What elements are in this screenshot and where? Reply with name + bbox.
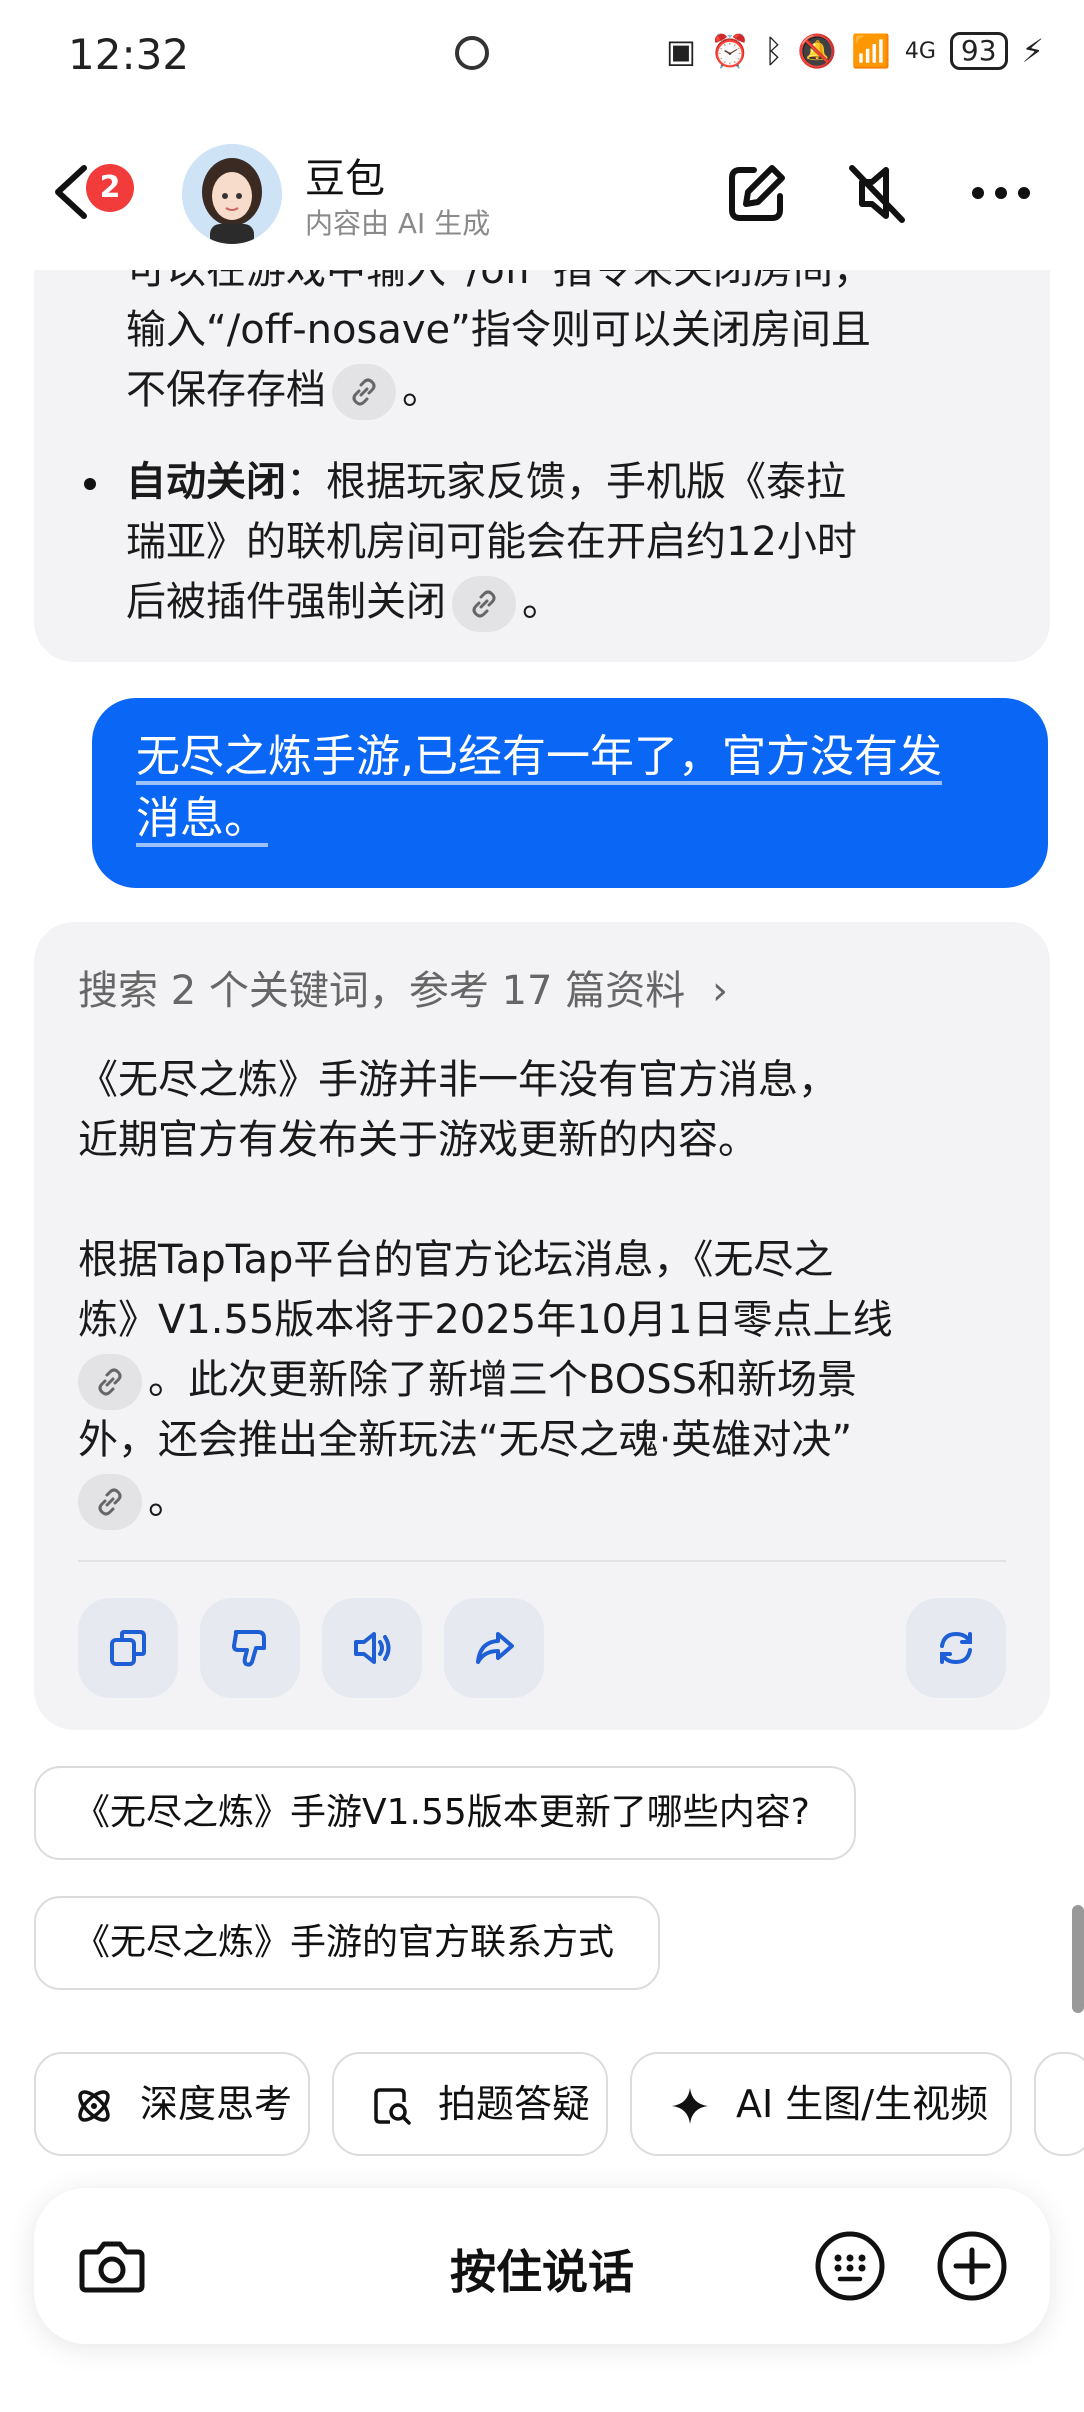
bluetooth-icon: ᛒ	[763, 32, 784, 70]
answer-p2-line1: 根据TapTap平台的官方论坛消息，《无尽之	[78, 1237, 834, 1283]
answer-p2-line3: 。此次更新除了新增三个BOSS和新场景	[78, 1350, 857, 1410]
alarm-icon: ⏰	[710, 32, 750, 70]
status-icons: ▣ ⏰ ᛒ 🔕 📶 4G 93 ⚡	[666, 32, 1044, 70]
network-label: 4G	[904, 38, 936, 64]
keyboard-icon[interactable]	[812, 2228, 888, 2304]
prev-line2-text: 不保存存档	[126, 367, 326, 413]
battery-indicator: 93	[949, 32, 1008, 70]
input-bar: 按住说话	[34, 2188, 1050, 2344]
copy-icon	[110, 1630, 146, 1666]
citation-link-icon[interactable]	[78, 1474, 142, 1530]
prev-line1: 输入“/off-nosave”指令则可以关闭房间且	[126, 307, 871, 353]
chip-ai-image-video-label: AI 生图/生视频	[736, 2082, 989, 2126]
suggestion-2[interactable]: 《无尽之炼》手游的官方联系方式	[34, 1896, 661, 1990]
ai-message-previous: 可以在游戏中输入“/off”指令来关闭房间， 输入“/off-nosave”指令…	[34, 270, 1050, 662]
search-doc-icon	[374, 2088, 411, 2125]
user-message[interactable]: 无尽之炼手游,已经有一年了，官方没有发 消息。	[92, 698, 1048, 888]
citation-link-icon[interactable]	[452, 576, 516, 632]
atom-icon	[78, 2090, 110, 2122]
hold-to-talk[interactable]: 按住说话	[34, 2236, 1050, 2302]
speaker-icon	[354, 1632, 391, 1664]
chip-photo-question[interactable]: 拍题答疑	[332, 2052, 608, 2156]
more-icon[interactable]	[966, 158, 1036, 228]
answer-p1-line1: 《无尽之炼》手游并非一年没有官方消息，	[78, 1057, 838, 1103]
refresh-icon	[940, 1631, 972, 1665]
bullet-text3: 后被插件强制关闭	[126, 579, 446, 625]
chip-photo-question-label: 拍题答疑	[438, 2082, 591, 2126]
avatar-girl-icon	[182, 144, 282, 244]
answer-p2-end: 。	[148, 1477, 188, 1523]
mute-bell-icon: 🔕	[797, 32, 837, 70]
citation-link-icon[interactable]	[332, 364, 396, 420]
prev-line-partial: 可以在游戏中输入“/off”指令来关闭房间，	[126, 270, 873, 293]
thumbs-down-icon	[232, 1630, 266, 1667]
citation-link-icon[interactable]	[78, 1354, 142, 1410]
answer-p2-line3-text: 。此次更新除了新增三个BOSS和新场景	[148, 1357, 858, 1403]
answer-p1-line2: 近期官方有发布关于游戏更新的内容。	[78, 1117, 758, 1163]
plus-icon[interactable]	[934, 2228, 1010, 2304]
chevron-right-icon: ›	[711, 968, 728, 1014]
nfc-icon: ▣	[665, 32, 697, 70]
read-aloud-button[interactable]	[322, 1598, 422, 1698]
charging-icon: ⚡	[1021, 32, 1044, 70]
wifi-icon: 📶	[851, 32, 891, 70]
action-divider	[78, 1560, 1006, 1562]
answer-p2-line4: 外，还会推出全新玩法“无尽之魂·英雄对决”	[78, 1417, 853, 1463]
bullet-text1: ：根据玩家反馈，手机版《泰拉	[286, 459, 846, 505]
status-time: 12:32	[68, 30, 190, 79]
prev-line2-end: 。	[402, 367, 442, 413]
share-button[interactable]	[444, 1598, 544, 1698]
user-line2: 消息。	[136, 793, 268, 844]
status-bar: 12:32 ▣ ⏰ ᛒ 🔕 📶 4G 93 ⚡	[0, 0, 1084, 110]
sparkle-icon	[672, 2088, 708, 2124]
chip-more[interactable]	[1034, 2052, 1084, 2156]
prev-line2: 不保存存档 。	[126, 360, 442, 420]
search-summary[interactable]: 搜索 2 个关键词，参考 17 篇资料 ›	[78, 958, 728, 1016]
sync-icon	[455, 36, 489, 70]
answer-p2-line2: 炼》V1.55版本将于2025年10月1日零点上线	[78, 1297, 893, 1343]
answer-p2-line5: 。	[78, 1470, 188, 1530]
ai-message: 搜索 2 个关键词，参考 17 篇资料 › 《无尽之炼》手游并非一年没有官方消息…	[34, 922, 1050, 1730]
user-line1: 无尽之炼手游,已经有一年了，官方没有发	[136, 731, 942, 782]
chip-ai-image-video[interactable]: AI 生图/生视频	[630, 2052, 1012, 2156]
bullet-text2: 瑞亚》的联机房间可能会在开启约12小时	[126, 519, 857, 565]
chip-deep-think[interactable]: 深度思考	[34, 2052, 310, 2156]
unread-badge: 2	[86, 164, 134, 212]
edit-icon[interactable]	[722, 158, 792, 228]
chip-deep-think-label: 深度思考	[140, 2082, 293, 2126]
chat-header: 2 豆包 内容由 AI 生成	[0, 120, 1084, 270]
chat-scroll-area[interactable]: 可以在游戏中输入“/off”指令来关闭房间， 输入“/off-nosave”指令…	[0, 270, 1084, 1750]
regenerate-button[interactable]	[906, 1598, 1006, 1698]
avatar[interactable]	[182, 144, 282, 244]
chat-title: 豆包	[305, 156, 385, 202]
bullet-auto-close: 自动关闭：根据玩家反馈，手机版《泰拉 瑞亚》的联机房间可能会在开启约12小时 后…	[34, 452, 1050, 632]
scrollbar[interactable]	[1072, 1905, 1084, 2013]
share-icon	[476, 1632, 514, 1664]
dislike-button[interactable]	[200, 1598, 300, 1698]
suggestion-1[interactable]: 《无尽之炼》手游V1.55版本更新了哪些内容?	[34, 1766, 856, 1860]
chat-subtitle: 内容由 AI 生成	[305, 207, 491, 240]
bullet-bold: 自动关闭	[126, 459, 286, 505]
voice-off-icon[interactable]	[842, 158, 912, 228]
bullet-end: 。	[522, 579, 562, 625]
copy-button[interactable]	[78, 1598, 178, 1698]
search-summary-text: 搜索 2 个关键词，参考 17 篇资料	[78, 968, 686, 1014]
